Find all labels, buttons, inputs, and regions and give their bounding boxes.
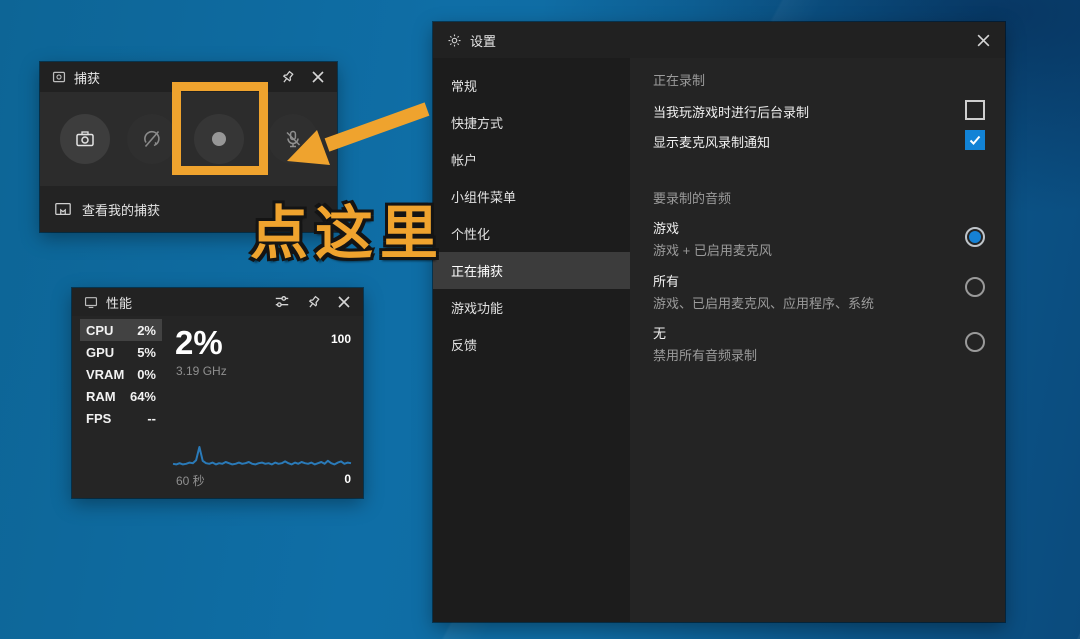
audio-none-label: 无: [653, 326, 667, 341]
performance-titlebar: 性能: [72, 288, 363, 316]
capture-title: 捕获: [74, 70, 101, 86]
chart-y-max: 100: [330, 332, 351, 346]
chart-y-min: 0: [344, 472, 351, 486]
highlight-rectangle: [172, 82, 268, 175]
metric-label: RAM: [86, 388, 116, 404]
settings-title: 设置: [470, 33, 497, 49]
cpu-frequency: 3.19 GHz: [176, 364, 227, 378]
cpu-sparkline-chart: [172, 446, 352, 466]
metric-value: --: [147, 410, 156, 426]
close-icon[interactable]: [311, 70, 325, 84]
pin-icon[interactable]: [280, 70, 295, 85]
chart-x-label: 60 秒: [176, 474, 205, 488]
close-icon[interactable]: [337, 295, 351, 309]
audio-none-sub: 禁用所有音频录制: [653, 348, 758, 363]
record-last-30s-icon: [141, 128, 163, 150]
sidebar-item-personalization[interactable]: 个性化: [433, 215, 630, 252]
sidebar-item-widget-menu[interactable]: 小组件菜单: [433, 178, 630, 215]
sidebar-item-general[interactable]: 常规: [433, 67, 630, 104]
settings-window: 设置 常规 快捷方式 帐户 小组件菜单 个性化 正在捕获 游戏功能 反馈 正在录…: [433, 22, 1005, 622]
metric-gpu[interactable]: GPU 5%: [80, 341, 162, 363]
audio-game-radio[interactable]: [965, 227, 985, 247]
settings-content: 正在录制 当我玩游戏时进行后台录制 显示麦克风录制通知 要录制的音频 游戏 游戏…: [630, 58, 1005, 622]
metric-label: CPU: [86, 322, 114, 338]
show-my-captures-label: 查看我的捕获: [82, 202, 161, 218]
sidebar-item-gaming-features[interactable]: 游戏功能: [433, 289, 630, 326]
audio-all-radio[interactable]: [965, 277, 985, 297]
metric-label: FPS: [86, 410, 112, 426]
close-icon[interactable]: [976, 33, 991, 48]
sidebar-item-capturing[interactable]: 正在捕获: [433, 252, 630, 289]
audio-game-label: 游戏: [653, 221, 680, 236]
metric-fps[interactable]: FPS --: [80, 407, 162, 429]
settings-titlebar: 设置: [433, 22, 1005, 58]
captures-gallery-icon: [54, 200, 72, 218]
screenshot-button[interactable]: [60, 114, 110, 164]
options-sliders-icon[interactable]: [274, 294, 290, 310]
section-title-recording: 正在录制: [653, 73, 706, 88]
performance-widget-icon: [84, 295, 98, 309]
pin-icon[interactable]: [306, 295, 321, 310]
desktop: 捕获 查看我的捕获 性能 CPU 2% GPU 5% VRAM 0% RAM 6…: [0, 0, 1080, 639]
metric-vram[interactable]: VRAM 0%: [80, 363, 162, 385]
audio-all-sub: 游戏、已启用麦克风、应用程序、系统: [653, 296, 875, 311]
annotation-arrow: [287, 102, 430, 165]
audio-all-label: 所有: [653, 274, 680, 289]
audio-game-sub: 游戏 + 已启用麦克风: [653, 243, 772, 258]
audio-none-radio[interactable]: [965, 332, 985, 352]
settings-sidebar: 常规 快捷方式 帐户 小组件菜单 个性化 正在捕获 游戏功能 反馈: [433, 58, 630, 622]
sidebar-item-account[interactable]: 帐户: [433, 141, 630, 178]
metric-list: CPU 2% GPU 5% VRAM 0% RAM 64% FPS --: [80, 319, 162, 429]
metric-value: 0%: [137, 366, 156, 382]
metric-value: 5%: [137, 344, 156, 360]
metric-cpu[interactable]: CPU 2%: [80, 319, 162, 341]
sidebar-item-feedback[interactable]: 反馈: [433, 326, 630, 363]
check-icon: [969, 135, 981, 145]
capture-widget-icon: [52, 70, 66, 84]
performance-widget: 性能 CPU 2% GPU 5% VRAM 0% RAM 64% FPS -- 2% 3.…: [72, 288, 363, 498]
metric-value: 2%: [137, 322, 156, 338]
click-here-label: 点这里: [250, 201, 446, 266]
mic-notification-label: 显示麦克风录制通知: [653, 135, 771, 150]
background-recording-checkbox[interactable]: [965, 100, 985, 120]
metric-label: VRAM: [86, 366, 125, 382]
metric-value: 64%: [129, 388, 156, 404]
section-title-audio: 要录制的音频: [653, 191, 732, 206]
performance-title: 性能: [106, 295, 133, 311]
cpu-big-value: 2%: [175, 324, 223, 361]
metric-label: GPU: [86, 344, 115, 360]
record-last-30s-button[interactable]: [127, 114, 177, 164]
background-recording-label: 当我玩游戏时进行后台录制: [653, 105, 810, 120]
gear-icon: [447, 33, 462, 48]
mic-notification-checkbox[interactable]: [965, 130, 985, 150]
camera-icon: [75, 129, 95, 149]
sidebar-item-shortcuts[interactable]: 快捷方式: [433, 104, 630, 141]
metric-ram[interactable]: RAM 64%: [80, 385, 162, 407]
